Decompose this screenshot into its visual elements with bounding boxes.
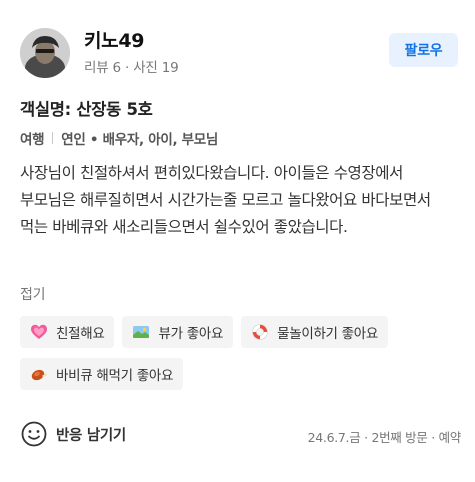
avatar[interactable]: [20, 28, 70, 78]
smile-icon: [20, 420, 48, 448]
keyword-label: 뷰가 좋아요: [158, 326, 224, 342]
landscape-icon: [132, 323, 150, 341]
review-text: 사장님이 친절하셔서 편히있다왔습니다. 아이들은 수영장에서 부모님은 해루질…: [20, 164, 431, 236]
follow-button[interactable]: 팔로우: [389, 33, 458, 67]
trip-meta: 여행 연인 • 배우자, 아이, 부모님: [20, 128, 218, 148]
keyword-label: 친절해요: [56, 326, 105, 342]
trip-type: 여행: [20, 132, 45, 148]
keyword-chip[interactable]: 물놀이하기 좋아요: [241, 316, 389, 348]
keyword-label: 바비큐 해먹기 좋아요: [56, 368, 174, 384]
keyword-label: 물놀이하기 좋아요: [277, 326, 379, 342]
user-stats: 리뷰 6 · 사진 19: [84, 60, 179, 76]
bbq-icon: [30, 365, 48, 383]
keyword-chip[interactable]: 친절해요: [20, 316, 115, 348]
divider: [52, 132, 54, 144]
keyword-chips: 친절해요 뷰가 좋아요 물놀이하기 좋아요 바비큐 해먹기 좋아요: [20, 316, 460, 400]
room-title: 객실명: 산장동 5호: [20, 100, 153, 119]
user-name[interactable]: 키노49: [84, 26, 145, 53]
keyword-chip[interactable]: 뷰가 좋아요: [122, 316, 234, 348]
keyword-chip[interactable]: 바비큐 해먹기 좋아요: [20, 358, 184, 390]
visit-info: 24.6.7.금 · 2번째 방문 · 예약: [307, 430, 462, 445]
collapse-link[interactable]: 접기: [20, 284, 45, 304]
heart-icon: [30, 323, 48, 341]
review-card: 키노49 리뷰 6 · 사진 19 팔로우 객실명: 산장동 5호 여행 연인 …: [0, 0, 475, 482]
reaction-label: 반응 남기기: [56, 427, 126, 444]
trip-companions: 연인 • 배우자, 아이, 부모님: [61, 132, 219, 148]
reaction-button[interactable]: 반응 남기기: [20, 420, 126, 448]
lifebuoy-icon: [251, 323, 269, 341]
